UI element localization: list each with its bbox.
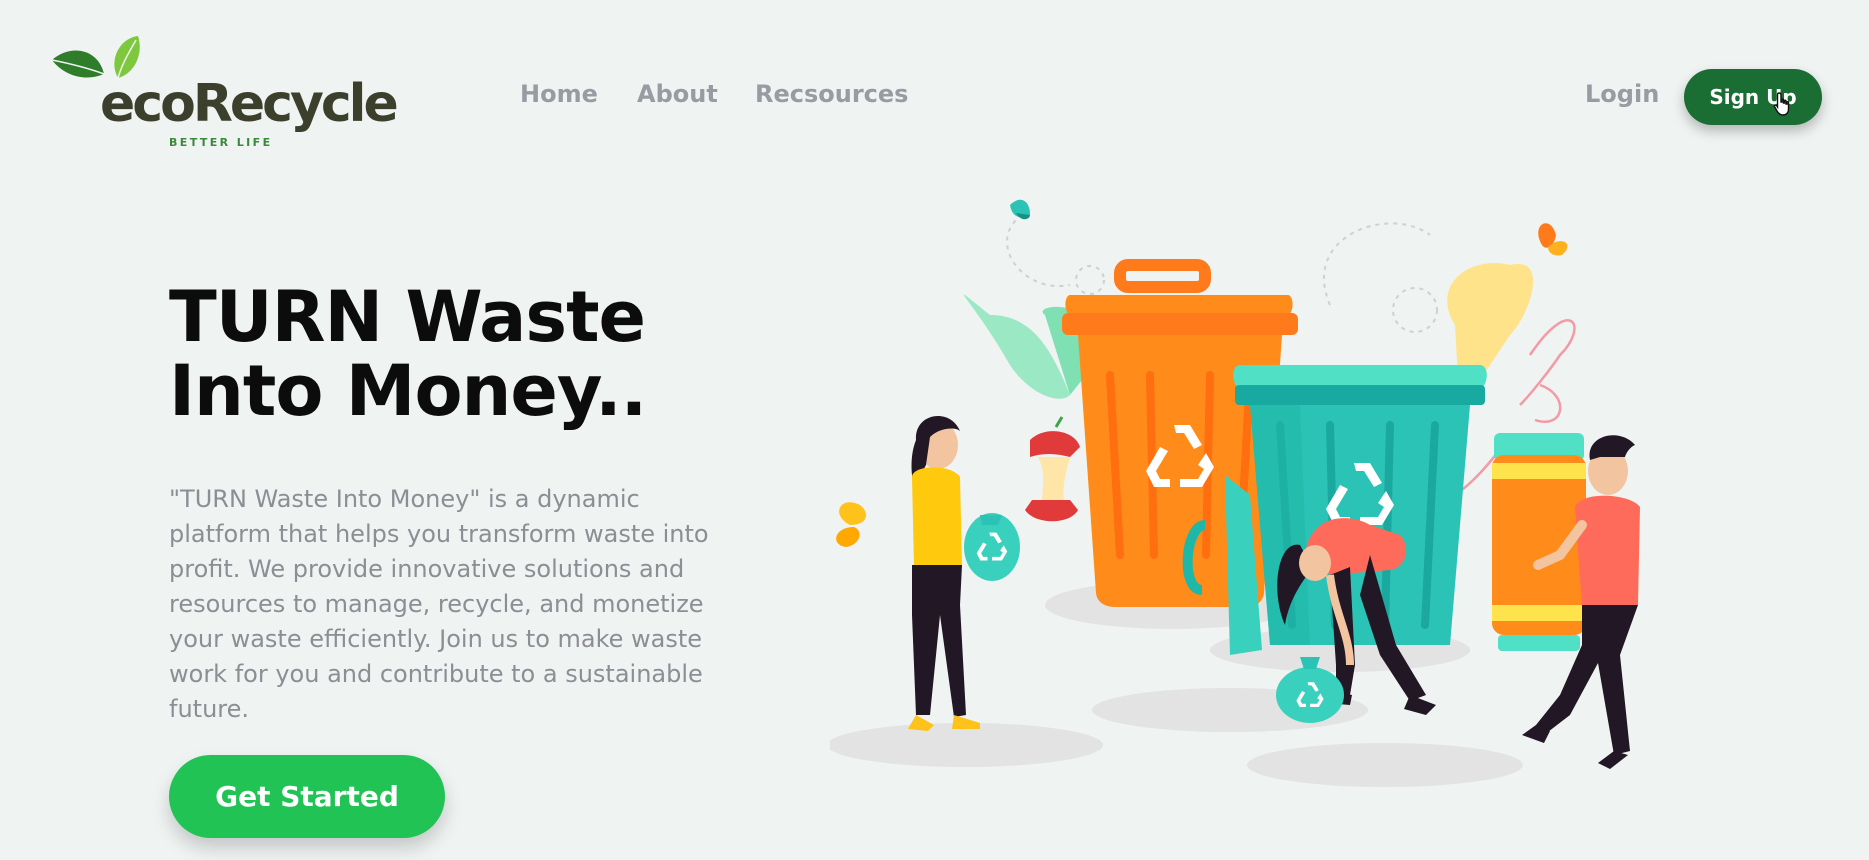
- nav-item-home[interactable]: Home: [520, 80, 598, 108]
- decorative-dash: [1392, 287, 1438, 333]
- signup-button[interactable]: Sign Up: [1684, 69, 1822, 125]
- brand-tagline: BETTER LIFE: [169, 136, 273, 149]
- butterfly-icon: [836, 502, 866, 547]
- shadow: [830, 723, 1103, 767]
- apple-core-icon: [1025, 416, 1080, 522]
- brand-logo[interactable]: ecoRecycle BETTER LIFE: [50, 34, 399, 152]
- hero-title-line2: Into Money..: [169, 350, 647, 432]
- decorative-dash: [1075, 265, 1105, 295]
- decorative-dash: [1323, 222, 1431, 306]
- nav-item-resources[interactable]: Recsources: [755, 80, 908, 108]
- hero-title: TURN Waste Into Money..: [169, 276, 647, 432]
- hand-cursor-icon: [1773, 92, 1790, 116]
- brand-name: ecoRecycle: [100, 74, 399, 134]
- person-girl-icon: [908, 415, 1020, 731]
- person-boy-icon: [1492, 433, 1640, 769]
- shadow: [1247, 743, 1523, 787]
- hero-description: "TURN Waste Into Money" is a dynamic pla…: [169, 485, 709, 723]
- get-started-button[interactable]: Get Started: [169, 755, 445, 838]
- hero-title-line1: TURN Waste: [169, 276, 646, 358]
- hero-illustration: [830, 199, 1640, 787]
- butterfly-icon: [1010, 199, 1030, 220]
- butterfly-icon: [1538, 223, 1568, 256]
- decorative-dash: [1006, 209, 1071, 288]
- nav-item-about[interactable]: About: [637, 80, 718, 108]
- login-link[interactable]: Login: [1585, 80, 1659, 108]
